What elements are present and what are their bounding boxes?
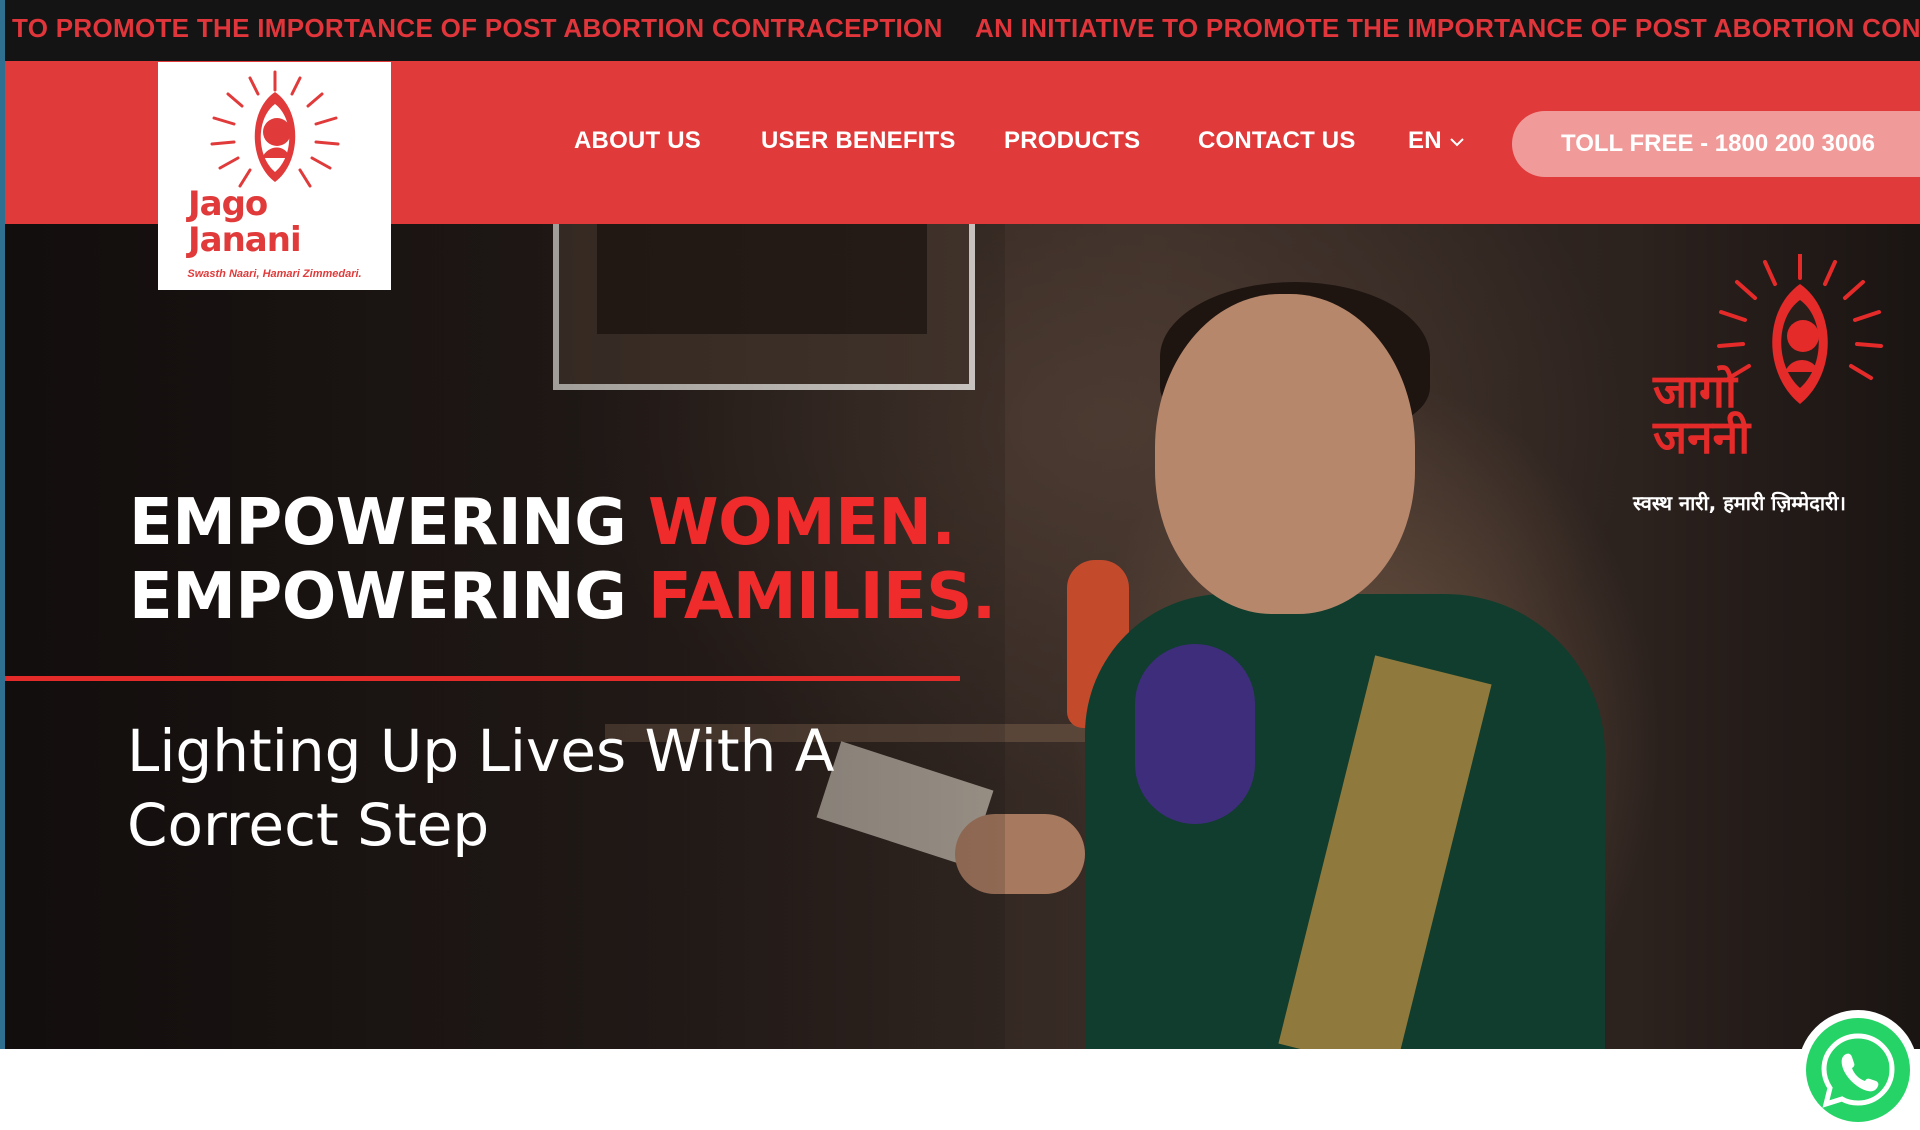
ticker-item: TO PROMOTE THE IMPORTANCE OF POST ABORTI… — [12, 13, 943, 43]
subheadline-line2: Correct Step — [127, 791, 490, 859]
woman-face — [1155, 294, 1415, 614]
hero-headline: EMPOWERING WOMEN. EMPOWERING FAMILIES. — [129, 486, 996, 634]
headline-line2: EMPOWERING — [129, 560, 648, 634]
page-content-start — [0, 1049, 1920, 1099]
chevron-down-icon — [1450, 137, 1464, 147]
hero-banner: EMPOWERING WOMEN. EMPOWERING FAMILIES. L… — [5, 224, 1920, 1049]
headline-line1-accent: WOMEN. — [648, 486, 956, 560]
hero-overlay — [5, 224, 1005, 1049]
hero-brand-tagline: स्वस्थ नारी, हमारी ज़िम्मेदारी। — [1633, 491, 1847, 515]
sun-eye-icon — [210, 70, 340, 188]
whatsapp-icon — [1821, 1033, 1895, 1108]
whatsapp-badge — [1806, 1018, 1910, 1122]
ticker-item: AN INITIATIVE TO PROMOTE THE IMPORTANCE … — [975, 13, 1920, 43]
logo-title-line2: Janani — [188, 220, 302, 260]
nav-about-us[interactable]: ABOUT US — [574, 127, 701, 155]
toll-free-button[interactable]: TOLL FREE - 1800 200 3006 — [1512, 111, 1920, 177]
headline-line1: EMPOWERING — [129, 486, 648, 560]
nav-user-benefits[interactable]: USER BENEFITS — [761, 127, 956, 155]
hero-subheadline: Lighting Up Lives With A Correct Step — [127, 714, 834, 862]
nav-products[interactable]: PRODUCTS — [1004, 127, 1140, 155]
hero-brand-title: जागो जननी — [1653, 368, 1750, 460]
subheadline-line1: Lighting Up Lives With A — [127, 717, 835, 785]
logo-title: Jago Janani — [188, 184, 302, 260]
logo-title-line1: Jago — [188, 184, 268, 224]
blouse-sleeve — [1135, 644, 1255, 824]
nav-contact-us[interactable]: CONTACT US — [1198, 127, 1356, 155]
language-label: EN — [1408, 127, 1442, 154]
language-selector[interactable]: EN — [1408, 127, 1464, 155]
logo-tagline: Swasth Naari, Hamari Zimmedari. — [187, 268, 362, 280]
hero-brand-line1: जागो — [1653, 364, 1737, 418]
hero-divider — [5, 676, 960, 681]
announcement-ticker: TO PROMOTE THE IMPORTANCE OF POST ABORTI… — [5, 0, 1920, 61]
site-logo[interactable]: Jago Janani Swasth Naari, Hamari Zimmeda… — [158, 62, 391, 290]
headline-line2-accent: FAMILIES. — [648, 560, 996, 634]
hero-brand-line2: जननी — [1653, 410, 1751, 464]
whatsapp-button[interactable] — [1798, 1010, 1918, 1130]
